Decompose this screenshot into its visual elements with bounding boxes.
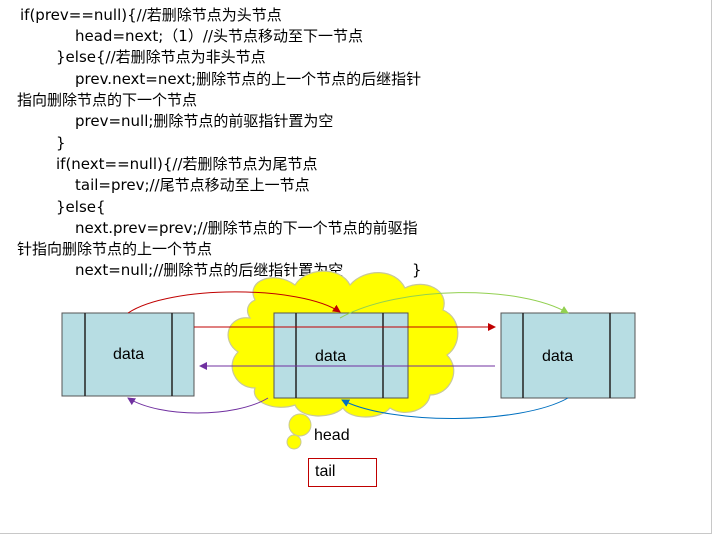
tail-label: tail: [315, 463, 336, 480]
arrow-middle-prev-curve: [127, 397, 269, 414]
linked-list-diagram: data data data: [61, 270, 636, 450]
node-right-label: data: [542, 348, 573, 365]
tail-box: tail: [308, 458, 377, 487]
head-label: head: [314, 427, 350, 444]
node-middle-label: data: [315, 348, 346, 365]
node-left-label: data: [113, 346, 144, 363]
